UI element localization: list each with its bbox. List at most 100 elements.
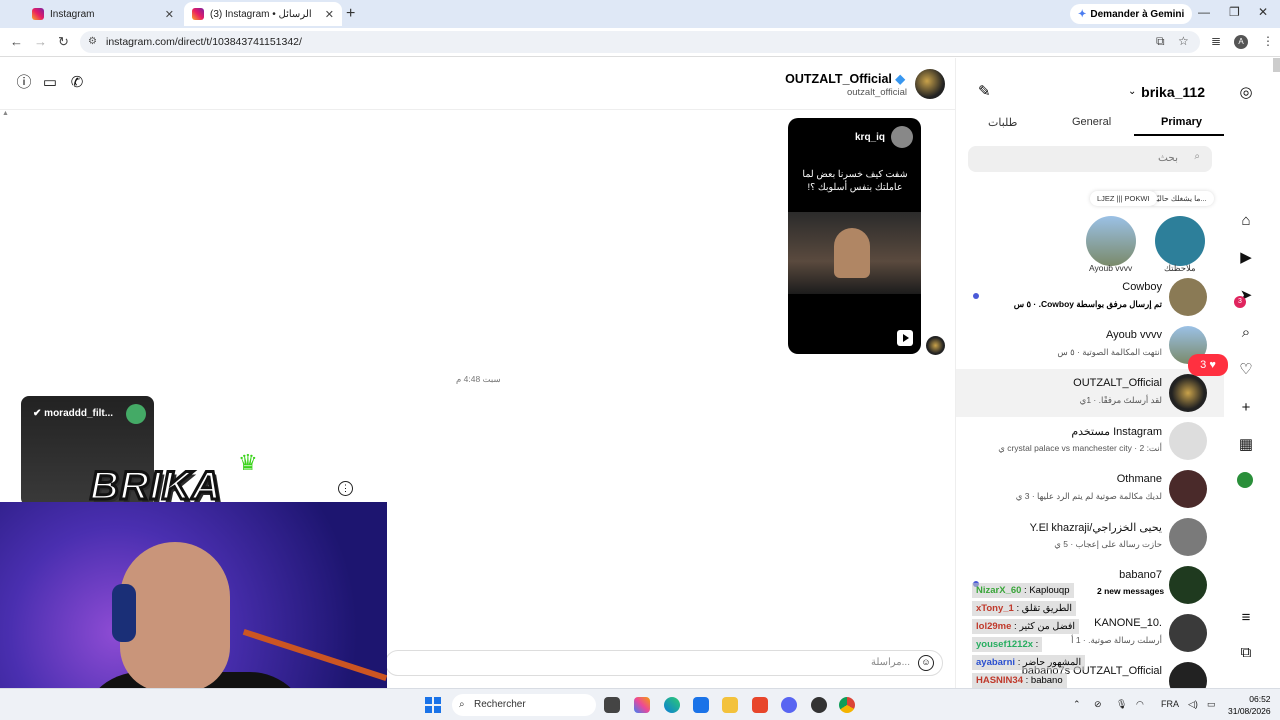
account-switcher[interactable]: brika_112 (1141, 84, 1205, 100)
reel-avatar (891, 126, 913, 148)
edge-icon[interactable] (664, 697, 680, 713)
conversation-row-selected[interactable]: OUTZALT_Official لقد أرسلتَ مرفقًا. · 1ي (956, 369, 1224, 417)
back-icon[interactable]: ← (10, 34, 23, 49)
bookmark-star-icon[interactable]: ☆ (1178, 34, 1189, 48)
reading-list-icon[interactable]: ≣ (1211, 34, 1221, 48)
reels-icon[interactable]: ▶ (1237, 249, 1255, 267)
chat-user: yousef1212x (976, 639, 1034, 650)
search-placeholder: بحث (1157, 152, 1178, 164)
conversation-row[interactable]: Y.El khazraji/يحيى الخزراجي حازت رسالة ع… (956, 513, 1224, 561)
reload-icon[interactable]: ↻ (58, 34, 69, 50)
conversation-row[interactable]: Ayoub vvvv انتهت المكالمة الصوتية · ٥ س (956, 321, 1224, 369)
create-icon[interactable]: + (1237, 399, 1255, 417)
emoji-icon[interactable]: ☺ (918, 655, 934, 671)
video-call-icon[interactable]: ▭ (41, 74, 59, 92)
tab-general[interactable]: General (1072, 116, 1111, 128)
minimize-button[interactable]: — (1198, 5, 1210, 19)
home-icon[interactable]: ⌂ (1237, 212, 1255, 230)
conversation-row[interactable]: مستخدم Instagram أنت: crystal palace vs … (956, 417, 1224, 465)
close-window-button[interactable]: ✕ (1258, 5, 1268, 19)
copilot-icon[interactable] (634, 697, 650, 713)
message-input[interactable]: مراسلة... ☺ (385, 650, 943, 676)
task-view-icon[interactable] (604, 697, 620, 713)
microphone-icon[interactable]: 🎙 (1116, 699, 1127, 710)
forward-icon[interactable]: → (34, 34, 47, 49)
search-icon[interactable]: ⌕ (1237, 324, 1255, 342)
search-icon: ⌕ (459, 699, 465, 710)
contact-avatar[interactable] (915, 69, 945, 99)
chat-user: xTony_1 (976, 603, 1014, 614)
note-name: Ayoub vvvv (1089, 263, 1133, 273)
notification-bubble[interactable]: 3 ♥ (1188, 354, 1228, 376)
system-clock[interactable]: 06:52 31/08/2026 (1228, 693, 1271, 717)
scroll-up-arrow-icon[interactable]: ▲ (2, 110, 9, 117)
language-indicator[interactable]: FRA (1161, 699, 1179, 709)
browser-tab-messages[interactable]: (3) Instagram • الرسائل ✕ (184, 2, 342, 26)
scrollbar-thumb[interactable] (1273, 58, 1280, 72)
conversation-row[interactable]: Othmane لديك مكالمة صوتية لم يتم الرد عل… (956, 465, 1224, 513)
address-bar-row: ← → ↻ ⚙ instagram.com/direct/t/103843741… (0, 28, 1280, 57)
more-options-icon[interactable]: ⋮ (338, 481, 353, 496)
site-info-icon[interactable]: ⚙ (88, 31, 97, 53)
close-tab-icon[interactable]: ✕ (165, 8, 174, 21)
search-icon: ⌕ (1194, 151, 1200, 162)
note-bubble[interactable]: ما يشغلك حاليًا... (1148, 191, 1214, 206)
chat-user: HASNIN34 (976, 675, 1023, 686)
reel-thumbnail (788, 212, 921, 294)
profile-avatar[interactable]: A (1234, 35, 1248, 49)
new-tab-button[interactable]: + (346, 5, 355, 23)
shared-reel[interactable]: krq_iq شفت كيف خسرنا بعض لما عاملتك بنفس… (788, 118, 921, 354)
network-off-icon[interactable]: ⊘ (1094, 699, 1102, 710)
discord-icon[interactable] (781, 697, 797, 713)
conversation-preview: حازت رسالة على إعجاب · 5 ي (1054, 539, 1162, 549)
url-field[interactable]: ⚙ instagram.com/direct/t/103843741151342… (80, 31, 1200, 53)
tab-title: Instagram (50, 8, 95, 20)
battery-icon[interactable]: ▭ (1207, 699, 1216, 710)
new-messages-indicator[interactable]: 2 new messages (1097, 586, 1164, 596)
browser-menu-icon[interactable]: ⋮ (1262, 34, 1274, 48)
windows-start-icon[interactable] (425, 697, 441, 713)
store-icon[interactable] (693, 697, 709, 713)
heart-icon[interactable]: ♡ (1237, 361, 1255, 379)
avatar (1169, 470, 1207, 508)
file-explorer-icon[interactable] (722, 697, 738, 713)
dashboard-icon[interactable]: ▦ (1237, 436, 1255, 454)
close-tab-icon[interactable]: ✕ (325, 8, 334, 21)
gemini-button[interactable]: ✦ Demander à Gemini (1070, 4, 1193, 24)
conversation-row[interactable]: Cowboy تم إرسال مرفق بواسطة Cowboy. · ٥ … (956, 273, 1224, 321)
contact-name[interactable]: OUTZALT_Official ◆ (785, 71, 905, 86)
my-note-avatar[interactable] (1155, 216, 1205, 266)
obs-icon[interactable] (811, 697, 827, 713)
unread-dot (973, 293, 979, 299)
floating-video-user: ✔ moraddd_filt... (33, 408, 113, 419)
chat-user: NizarX_60 (976, 585, 1022, 596)
friend-note-avatar[interactable] (1086, 216, 1136, 266)
profile-avatar[interactable] (1237, 472, 1253, 488)
chat-text: الطريق تقلق (1021, 603, 1073, 614)
note-bubble[interactable]: LJEZ ||| POKWI (1090, 191, 1157, 206)
instagram-logo-icon[interactable]: ◎ (1237, 84, 1255, 102)
browser-tab-instagram[interactable]: Instagram ✕ (24, 2, 182, 26)
floating-video-avatar (126, 404, 146, 424)
conversation-name: Y.El khazraji/يحيى الخزراجي (1029, 522, 1162, 534)
phone-call-icon[interactable]: ✆ (68, 74, 86, 92)
sender-avatar (926, 336, 945, 355)
chevron-down-icon[interactable]: ⌄ (1128, 86, 1136, 97)
brave-icon[interactable] (752, 697, 768, 713)
install-app-icon[interactable]: ⧉ (1156, 34, 1165, 49)
chevron-up-icon[interactable]: ⌃ (1073, 699, 1081, 710)
heart-icon: ♥ (1209, 359, 1216, 371)
taskbar-search[interactable]: ⌕ Rechercher (452, 694, 596, 716)
chat-user: ayabarni (976, 657, 1016, 668)
stream-chat-overlay: NizarX_60 : Kaplouqp xTony_1 : الطريق تق… (970, 580, 1280, 690)
chrome-icon[interactable] (839, 697, 855, 713)
tab-requests[interactable]: طلبات (988, 116, 1017, 129)
search-input[interactable]: بحث ⌕ (968, 146, 1212, 172)
speaker-icon[interactable]: ◁) (1188, 699, 1198, 710)
info-icon[interactable]: ⓘ (15, 74, 33, 92)
conversation-name: Ayoub vvvv (1105, 329, 1162, 341)
compose-icon[interactable]: ✎ (978, 82, 991, 100)
maximize-button[interactable]: ❐ (1229, 5, 1240, 19)
tab-primary[interactable]: Primary (1161, 116, 1202, 128)
wifi-icon[interactable]: ◠ (1136, 699, 1144, 710)
